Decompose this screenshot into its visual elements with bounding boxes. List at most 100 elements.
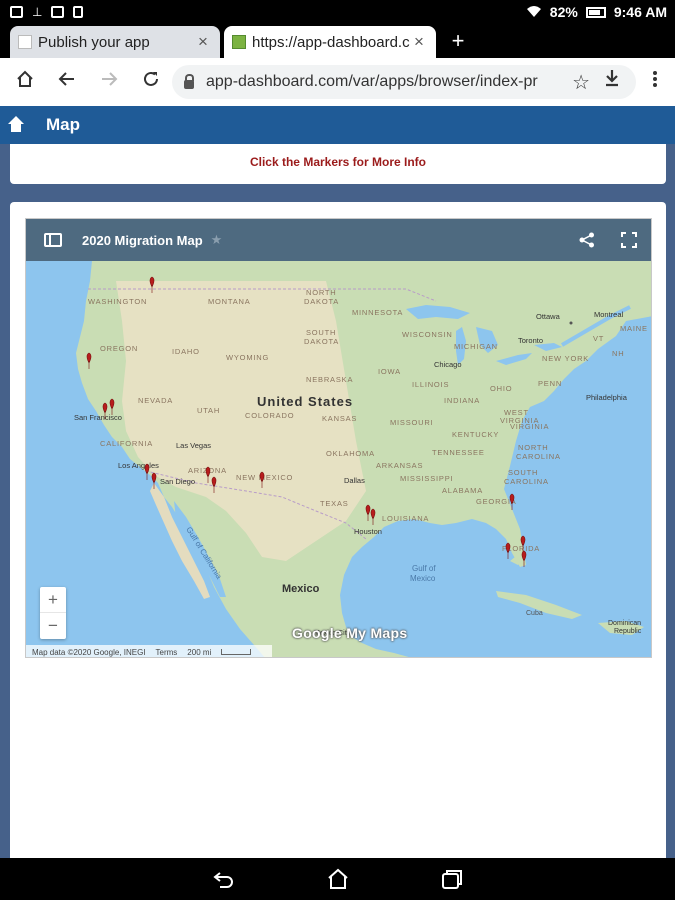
battery-percent: 82% <box>549 4 578 20</box>
home-nav-icon[interactable] <box>326 867 350 891</box>
browser-menu-button[interactable] <box>648 69 662 95</box>
reload-button[interactable] <box>130 70 172 94</box>
terms-link[interactable]: Terms <box>156 648 178 657</box>
system-nav-bar <box>0 858 675 900</box>
gallery-notification-icon <box>10 6 23 18</box>
label-oregon: OREGON <box>100 344 138 353</box>
label-montreal: Montreal <box>594 310 624 319</box>
map-svg: United States Mexico Gulf of Mexico Gulf … <box>26 261 651 657</box>
label-missouri: MISSOURI <box>390 418 434 427</box>
app-favicon-icon <box>232 35 246 49</box>
label-idaho: IDAHO <box>172 347 200 356</box>
label-vt: VT <box>593 334 604 343</box>
scale-text: 200 mi <box>187 647 212 657</box>
new-tab-button[interactable]: + <box>448 28 468 54</box>
sd-card-icon <box>73 6 84 18</box>
label-louisiana: LOUISIANA <box>382 514 429 523</box>
label-maine: MAINE <box>620 324 648 333</box>
label-arkansas: ARKANSAS <box>376 461 423 470</box>
page-favicon-icon <box>18 35 32 49</box>
label-iowa: IOWA <box>378 367 401 376</box>
wifi-icon <box>526 6 541 17</box>
label-utah: UTAH <box>197 406 220 415</box>
browser-toolbar: app-dashboard.com/var/apps/browser/index… <box>0 58 675 106</box>
label-philadelphia: Philadelphia <box>586 393 628 402</box>
back-nav-icon[interactable] <box>212 867 236 891</box>
zoom-in-button[interactable]: + <box>40 587 66 613</box>
image-notification-icon <box>51 6 65 18</box>
label-penn: PENN <box>538 379 562 388</box>
label-minnesota: MINNESOTA <box>352 308 403 317</box>
label-nevada: NEVADA <box>138 396 173 405</box>
reload-icon <box>144 71 158 86</box>
battery-icon <box>585 6 606 18</box>
label-mexico: Mexico <box>282 583 320 595</box>
recents-nav-icon[interactable] <box>440 867 464 891</box>
fullscreen-icon[interactable] <box>621 232 637 248</box>
google-my-maps-logo: Google My Maps <box>292 625 408 641</box>
label-dallas: Dallas <box>344 476 365 485</box>
usb-notification-icon: ⊥ <box>32 5 43 19</box>
label-new-york: NEW YORK <box>542 354 589 363</box>
close-tab-icon[interactable]: × <box>194 32 212 52</box>
legend-panel-icon[interactable] <box>44 233 62 247</box>
share-icon[interactable] <box>579 232 595 248</box>
bookmark-star-icon[interactable]: ☆ <box>572 70 590 95</box>
label-wisconsin: WISCONSIN <box>402 330 453 339</box>
label-new-mexico: NEW MEXICO <box>236 473 293 482</box>
page-title: Map <box>46 115 80 134</box>
download-button[interactable] <box>604 69 620 93</box>
label-nh: NH <box>612 349 624 358</box>
label-kentucky: KENTUCKY <box>452 430 499 439</box>
back-button[interactable] <box>46 70 88 94</box>
clock: 9:46 AM <box>613 4 667 20</box>
info-card: Click the Markers for More Info <box>10 144 666 184</box>
home-outline-icon <box>17 70 33 87</box>
lock-icon <box>184 73 194 89</box>
close-tab-icon[interactable]: × <box>410 32 428 52</box>
system-status: 82% 9:46 AM <box>526 4 667 20</box>
zoom-out-button[interactable]: − <box>40 613 66 639</box>
label-las-vegas: Las Vegas <box>176 441 211 450</box>
label-montana: MONTANA <box>208 297 251 306</box>
download-icon <box>606 70 618 87</box>
status-bar: ⊥ 82% 9:46 AM <box>0 0 675 24</box>
tab-strip: Publish your app × https://app-dashboard… <box>0 24 675 58</box>
label-oklahoma: OKLAHOMA <box>326 449 375 458</box>
content-area: Click the Markers for More Info 2020 Mig… <box>0 144 675 858</box>
star-icon[interactable]: ★ <box>211 232 223 248</box>
info-text: Click the Markers for More Info <box>249 155 427 169</box>
label-michigan: MICHIGAN <box>454 342 498 351</box>
zoom-control: + − <box>40 587 66 639</box>
tab-publish-your-app[interactable]: Publish your app × <box>10 26 220 58</box>
city-dot-ottawa <box>569 321 573 325</box>
map-toolbar: 2020 Migration Map ★ <box>26 219 651 261</box>
label-los-angeles: Los Angeles <box>118 461 159 470</box>
forward-button[interactable] <box>88 70 130 94</box>
label-mississippi: MISSISSIPPI <box>400 474 453 483</box>
label-indiana: INDIANA <box>444 396 480 405</box>
label-south-dakota: SOUTH DAKOTA <box>304 328 339 346</box>
url-text: app-dashboard.com/var/apps/browser/index… <box>206 73 538 90</box>
home-icon[interactable] <box>8 116 24 132</box>
map-attribution: Map data ©2020 Google, INEGI Terms 200 m… <box>26 645 272 657</box>
embedded-map: 2020 Migration Map ★ United States Mexic… <box>25 218 652 658</box>
label-kansas: KANSAS <box>322 414 357 423</box>
label-california: CALIFORNIA <box>100 439 153 448</box>
label-wyoming: WYOMING <box>226 353 269 362</box>
label-ottawa: Ottawa <box>536 312 561 321</box>
url-field[interactable]: app-dashboard.com/var/apps/browser/index… <box>172 65 636 99</box>
attribution-text: Map data ©2020 Google, INEGI <box>32 647 146 657</box>
home-button[interactable] <box>4 70 46 94</box>
label-alabama: ALABAMA <box>442 486 483 495</box>
tab-app-dashboard[interactable]: https://app-dashboard.c × <box>224 26 436 58</box>
label-texas: TEXAS <box>320 499 349 508</box>
label-north-dakota: NORTH DAKOTA <box>304 288 339 306</box>
label-houston: Houston <box>354 527 382 536</box>
label-nebraska: NEBRASKA <box>306 375 353 384</box>
map-canvas[interactable]: United States Mexico Gulf of Mexico Gulf … <box>26 261 651 657</box>
arrow-back-icon <box>58 72 74 86</box>
label-san-francisco: San Francisco <box>74 413 122 422</box>
label-cuba: Cuba <box>526 610 543 617</box>
notification-icons: ⊥ <box>10 5 84 19</box>
